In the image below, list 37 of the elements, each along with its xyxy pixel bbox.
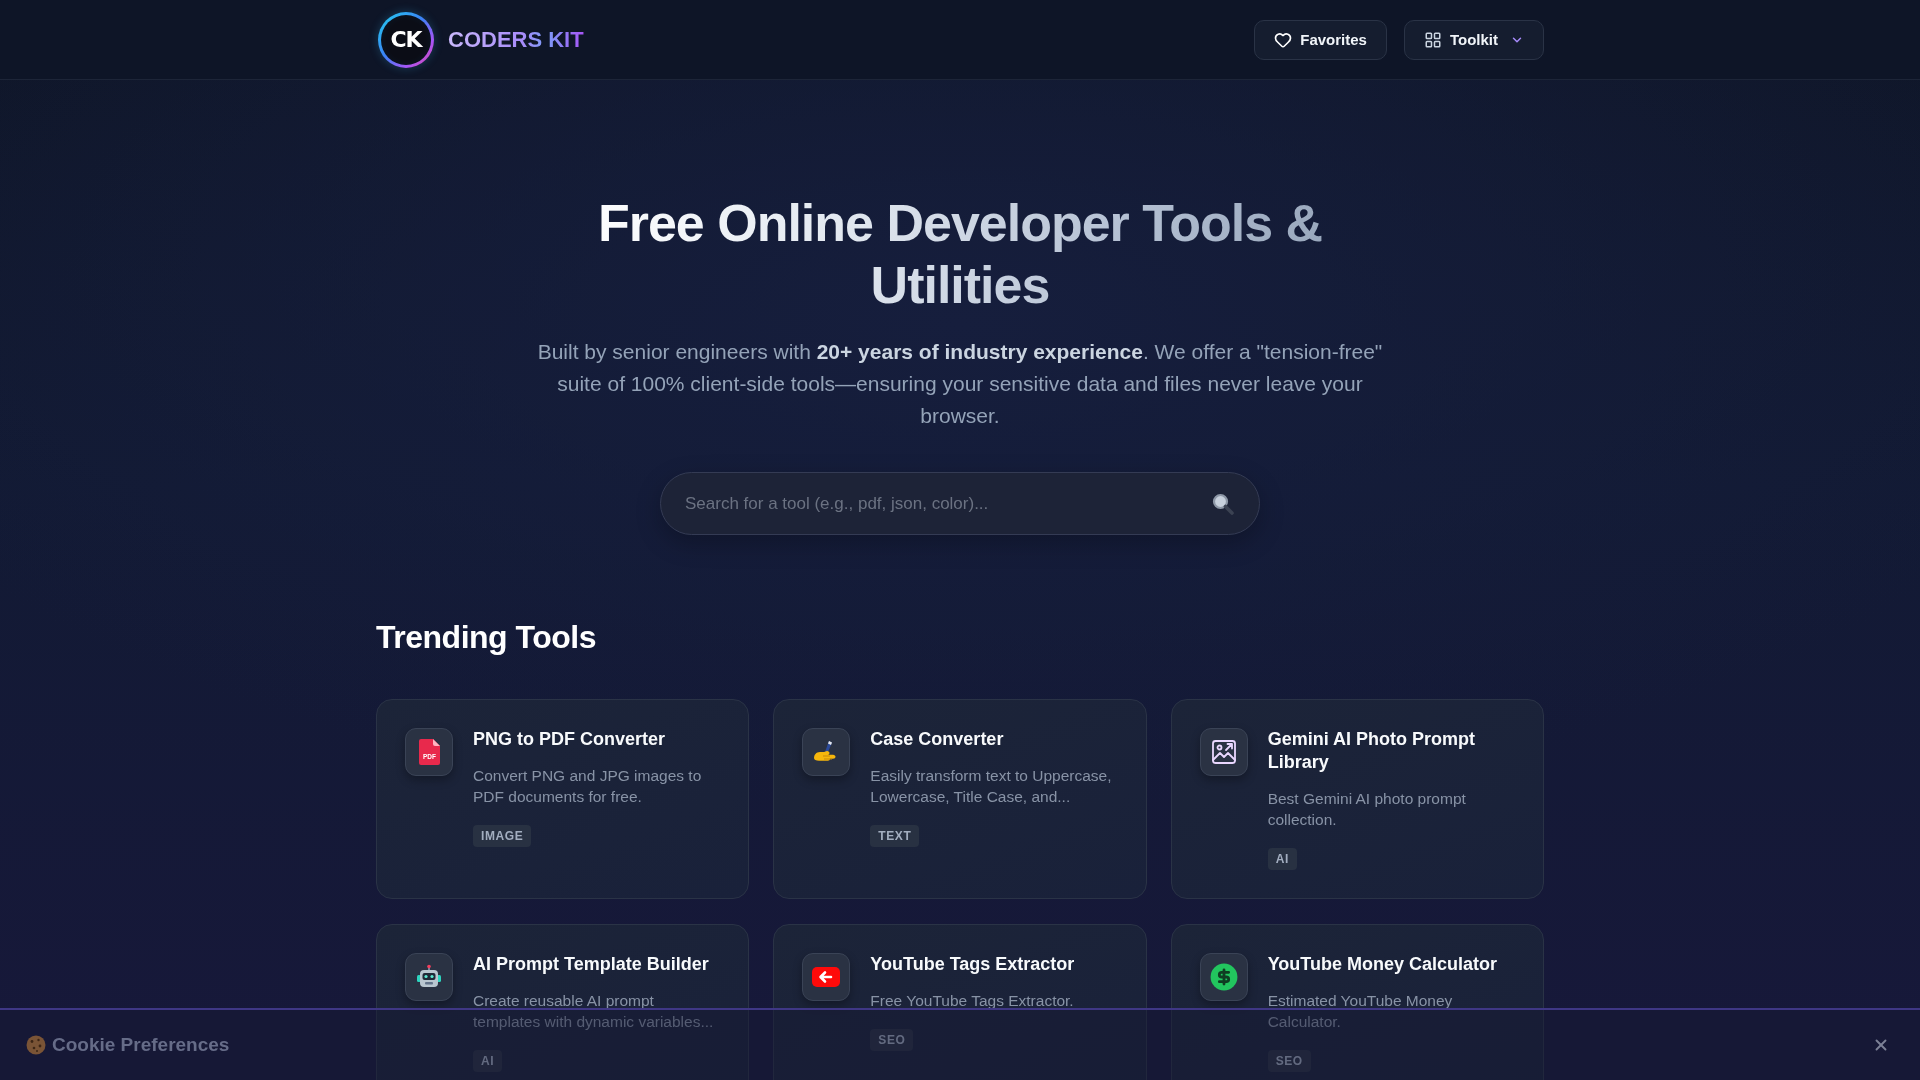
tool-card[interactable]: Case Converter Easily transform text to Uppercase, Lowercase, Title Case, and... TEXT (773, 699, 1147, 899)
search-field[interactable]: Search for a tool (e.g., pdf, json, color)... (660, 472, 1260, 535)
writing-hand-icon (802, 728, 851, 776)
tool-title: PNG to PDF Converter (473, 728, 666, 751)
search-icon (1212, 492, 1234, 515)
tool-card[interactable]: Gemini AI Photo Prompt Library Best Gemini AI photo prompt collection. AI (1170, 699, 1544, 899)
category-tag: SEO (1267, 1050, 1311, 1072)
category-tag: AI (1267, 848, 1297, 870)
robot-icon (405, 953, 453, 1001)
arrow-tile-icon (802, 953, 851, 1001)
tool-description: Easily transform text to Uppercase, Lowercase, Title Case, and... (870, 766, 1113, 807)
tool-description: Free YouTube Tags Extractor. (870, 991, 1074, 1011)
tool-title: YouTube Tags Extractor (870, 953, 1075, 976)
heart-icon (1274, 30, 1293, 49)
tool-title: Case Converter (870, 728, 1004, 751)
tool-title: AI Prompt Template Builder (473, 953, 709, 976)
category-tag: AI (473, 1050, 503, 1072)
dollar-icon (1199, 953, 1248, 1001)
cookie-icon (26, 1035, 46, 1055)
tool-title: YouTube Money Calculator (1267, 953, 1497, 976)
grid-icon (1423, 30, 1442, 49)
tool-description: Create reusable AI prompt templates with dynamic variables... (473, 991, 715, 1032)
tool-description: Best Gemini AI photo prompt collection. (1267, 789, 1467, 830)
tool-description: Convert PNG and JPG images to PDF documents for free. (473, 766, 703, 807)
toolkit-menu-button[interactable]: Toolkit (1403, 19, 1544, 60)
tool-title: Gemini AI Photo Prompt Library (1267, 728, 1476, 774)
favorites-button[interactable]: Favorites (1254, 19, 1387, 60)
category-tag: TEXT (870, 825, 920, 847)
tool-card[interactable]: AI Prompt Template Builder Create reusable AI prompt templates with dynamic variables... AI (376, 924, 750, 1080)
tool-description: Estimated YouTube Money Calculator. (1267, 991, 1454, 1032)
tool-card[interactable]: YouTube Money Calculator Estimated YouTube Money Calculator. SEO (1170, 924, 1544, 1080)
image-icon (1199, 728, 1248, 776)
category-tag: SEO (870, 1029, 914, 1051)
section-heading: Trending Tools (376, 618, 596, 657)
tool-card[interactable]: YouTube Tags Extractor Free YouTube Tags Extractor. SEO (773, 924, 1147, 1080)
category-tag: IMAGE (473, 825, 532, 847)
hero-description: Built by senior engineers with 20+ years of industry experience. We offer a "tension-free" suite of 100% client-side tools—ensuring your sensitive data and files never leave your browser. (536, 339, 1384, 429)
